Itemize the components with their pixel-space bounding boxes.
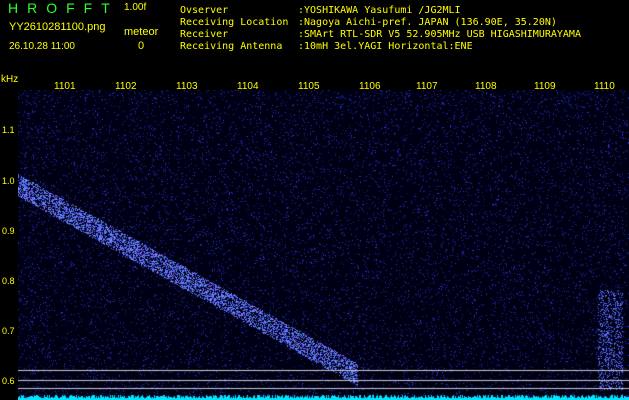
meteor-count: 0 [138,40,145,52]
location-value: :Nagoya Aichi-pref. JAPAN (136.90E, 35.2… [298,17,557,28]
y-tick-label: 0.6 [2,376,15,386]
antenna-label: Receiving Antenna [180,41,283,52]
x-tick-label: 1102 [115,81,137,92]
x-tick-label: 1110 [594,81,615,92]
x-tick-label: 1105 [298,81,320,92]
app-version: 1.00f [124,2,147,13]
x-tick-label: 1103 [176,81,198,92]
hrofft-window: HROFFT 1.00f YY2610281100.png 26.10.28 1… [0,0,629,400]
observer-value: :YOSHIKAWA Yasufumi /JG2MLI [298,5,461,16]
meteor-label: meteor [124,26,159,38]
observer-label: Ovserver [180,5,229,16]
x-tick-label: 1107 [416,81,438,92]
spectrogram-canvas [18,90,629,400]
x-tick-label: 1109 [534,81,556,92]
y-axis-unit: kHz [1,74,19,85]
app-logo: HROFFT [8,0,119,16]
location-label: Receiving Location [180,17,289,28]
image-filename: YY2610281100.png [9,21,106,33]
antenna-value: :10mH 3el.YAGI Horizontal:ENE [298,41,473,52]
y-tick-label: 1.0 [2,176,15,186]
receiver-value: :SMArt RTL-SDR V5 52.905MHz USB HIGASHIM… [298,29,581,40]
x-tick-label: 1101 [54,81,76,92]
y-tick-label: 0.7 [2,326,15,336]
x-tick-label: 1104 [237,81,259,92]
y-tick-label: 0.9 [2,226,15,236]
y-tick-label: 1.1 [2,125,15,135]
y-tick-label: 0.8 [2,276,15,286]
receiver-label: Receiver [180,29,229,40]
x-tick-label: 1108 [475,81,497,92]
x-tick-label: 1106 [359,81,381,92]
capture-datetime: 26.10.28 11:00 [9,41,75,52]
spectrogram-plot [18,90,629,400]
